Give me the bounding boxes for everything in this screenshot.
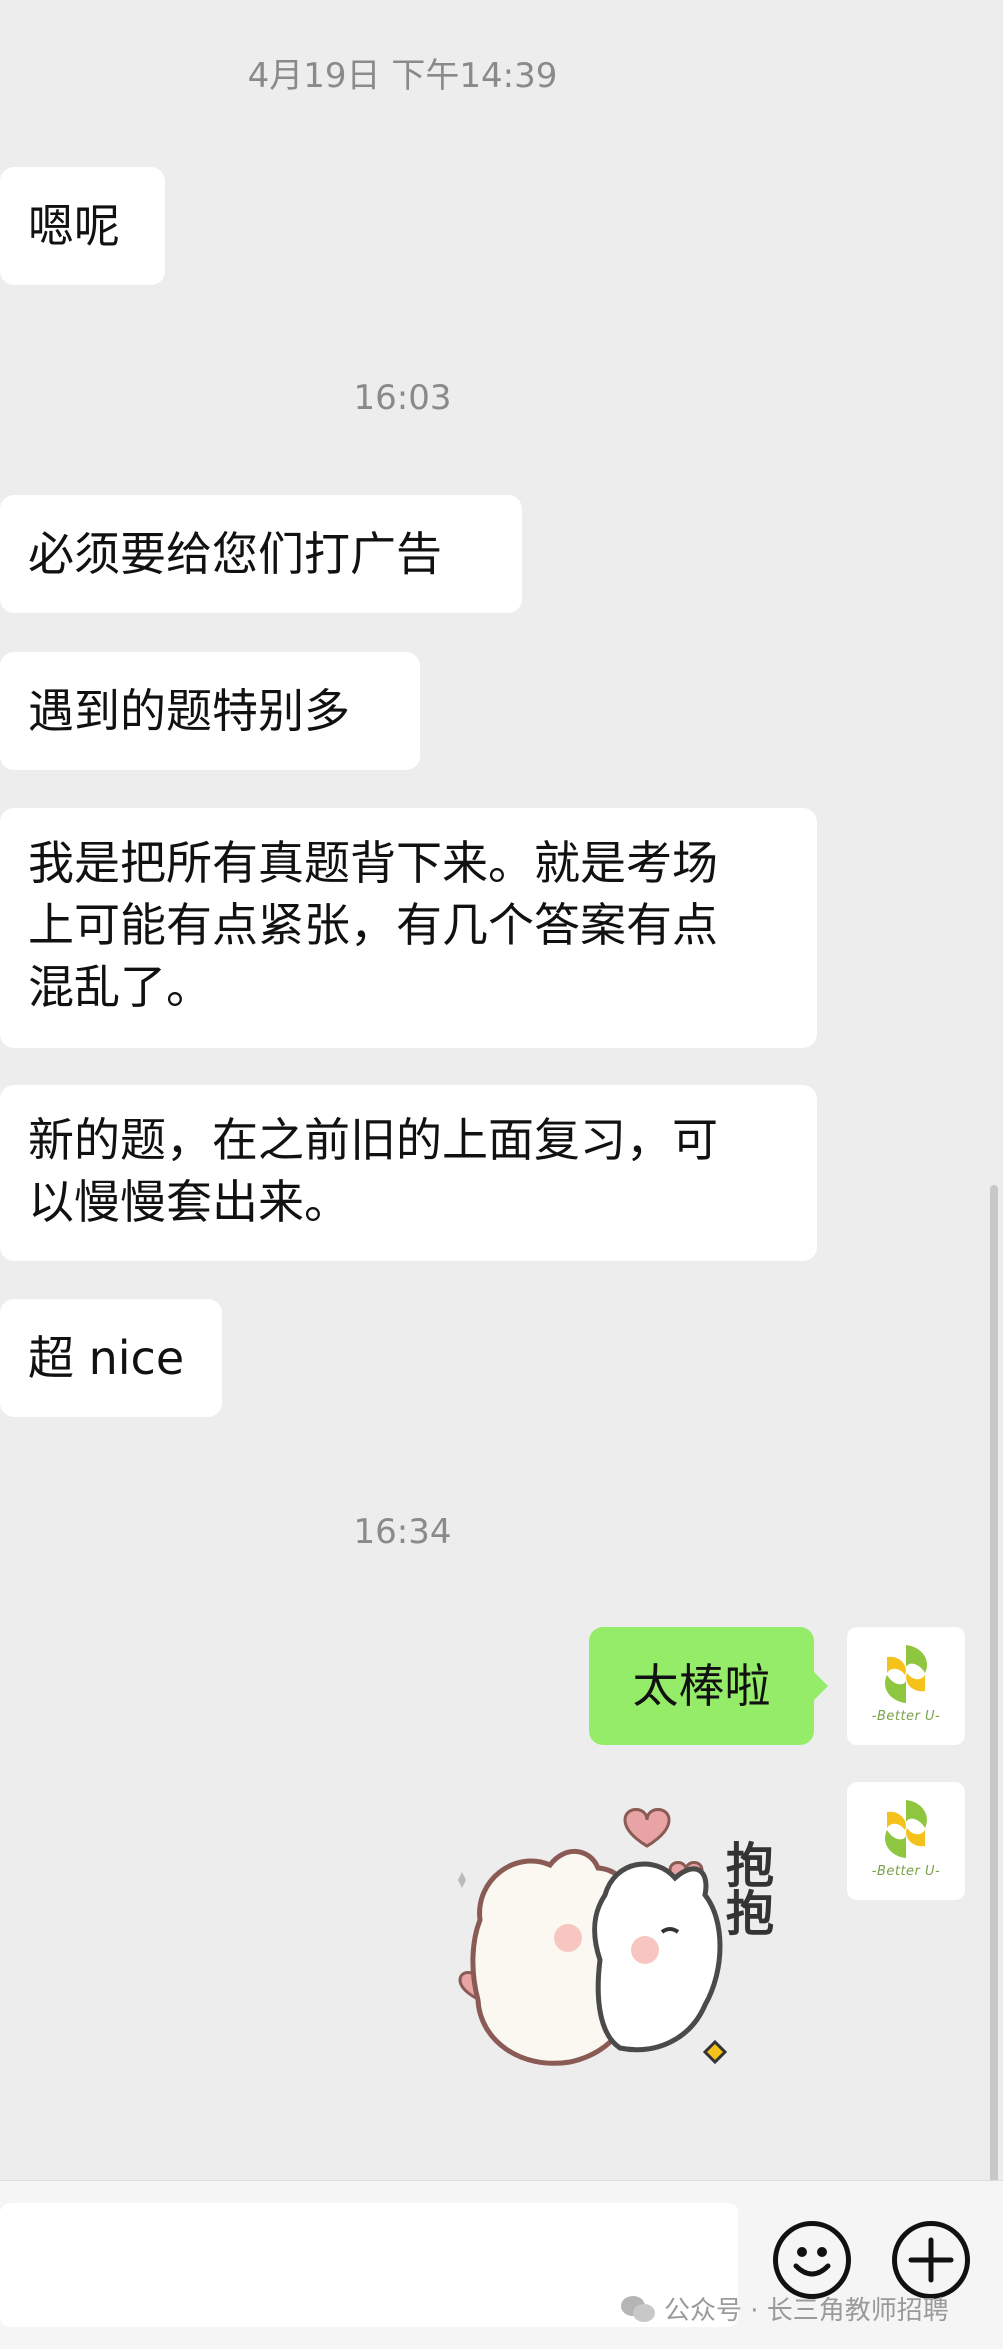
message-bubble-incoming[interactable]: 必须要给您们打广告 — [0, 495, 522, 613]
message-bubble-incoming[interactable]: 超 nice — [0, 1299, 222, 1417]
message-text: 太棒啦 — [632, 1659, 771, 1713]
message-text: 必须要给您们打广告 — [28, 527, 442, 581]
message-bubble-incoming[interactable]: 我是把所有真题背下来。就是考场 上可能有点紧张，有几个答案有点 混乱了。 — [0, 808, 817, 1048]
message-text-line: 上可能有点紧张，有几个答案有点 — [28, 898, 718, 952]
message-bubble-incoming[interactable]: 新的题，在之前旧的上面复习，可 以慢慢套出来。 — [0, 1085, 817, 1261]
emoji-button[interactable] — [773, 2221, 851, 2299]
wechat-official-account-icon — [621, 2295, 655, 2322]
scrollbar[interactable] — [990, 1185, 998, 2185]
sticker-message[interactable]: 抱抱 — [440, 1800, 830, 2090]
better-u-logo-icon — [885, 1645, 927, 1703]
timestamp: 16:34 — [353, 1512, 452, 1552]
watermark: 公众号 · 长三角教师招聘 — [620, 2290, 949, 2327]
watermark-text: 公众号 · 长三角教师招聘 — [664, 2296, 949, 2326]
sticker-text: 抱抱 — [717, 1840, 773, 1936]
avatar-label: -Better U- — [871, 1709, 941, 1724]
plus-button[interactable] — [892, 2221, 970, 2299]
better-u-logo-icon — [885, 1800, 927, 1858]
message-bubble-incoming[interactable]: 嗯呢 — [0, 167, 165, 285]
emoji-icon — [793, 2247, 831, 2277]
avatar-label: -Better U- — [871, 1864, 941, 1879]
message-text-line: 新的题，在之前旧的上面复习，可 — [28, 1113, 718, 1167]
message-bubble-incoming[interactable]: 遇到的题特别多 — [0, 652, 420, 770]
message-text: 超 nice — [28, 1331, 185, 1385]
message-text: 遇到的题特别多 — [28, 684, 350, 738]
message-text-line: 混乱了。 — [28, 960, 212, 1014]
avatar[interactable]: -Better U- — [847, 1627, 965, 1745]
plus-icon — [908, 2237, 954, 2283]
timestamp: 4月19日 下午14:39 — [247, 56, 558, 96]
message-text: 嗯呢 — [28, 199, 120, 253]
message-text-line: 以慢慢套出来。 — [28, 1175, 350, 1229]
timestamp: 16:03 — [353, 378, 452, 418]
message-bubble-outgoing[interactable]: 太棒啦 — [589, 1627, 814, 1745]
avatar[interactable]: -Better U- — [847, 1782, 965, 1900]
message-text-line: 我是把所有真题背下来。就是考场 — [28, 836, 718, 890]
bubble-tail — [814, 1672, 828, 1700]
